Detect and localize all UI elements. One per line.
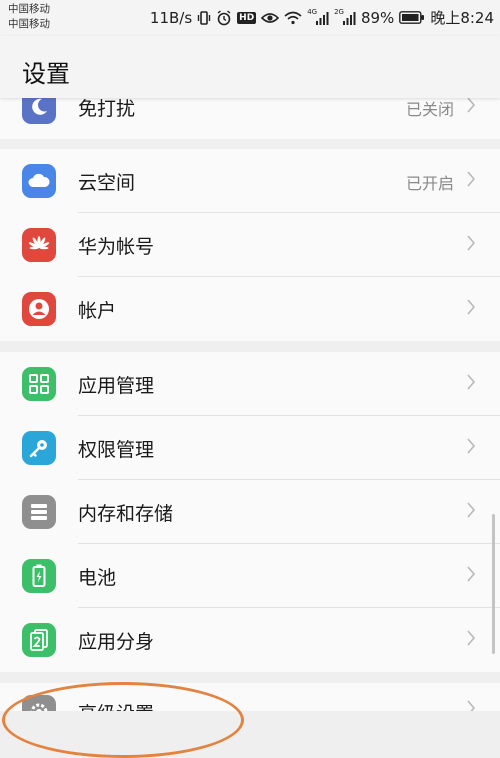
app-twin-icon — [22, 623, 56, 657]
carrier-1: 中国移动 — [8, 3, 50, 15]
network-type-2: 2G — [334, 7, 344, 16]
settings-item-app-twin[interactable]: 应用分身 — [0, 608, 500, 672]
network-speed: 11B/s — [149, 8, 193, 27]
header: 设置 — [0, 36, 500, 98]
group-account: 云空间 已开启 华为帐号 帐户 — [0, 149, 500, 341]
user-icon — [22, 292, 56, 326]
network-type-1: 4G — [307, 7, 318, 16]
storage-icon — [22, 495, 56, 529]
battery-percent: 89% — [360, 8, 395, 27]
settings-item-value: 已开启 — [405, 174, 454, 193]
settings-item-label: 应用管理 — [78, 375, 155, 397]
settings-item-label: 权限管理 — [78, 439, 155, 461]
settings-item-cloud[interactable]: 云空间 已开启 — [0, 149, 500, 213]
signal-1-icon: 4G — [307, 7, 329, 25]
vibrate-icon — [197, 10, 211, 26]
cloud-icon — [22, 164, 56, 198]
chevron-right-icon — [466, 373, 476, 395]
signal-2-icon: 2G — [334, 7, 356, 25]
settings-item-value: 已关闭 — [405, 100, 454, 119]
eye-icon — [261, 11, 280, 25]
battery-icon — [22, 559, 56, 593]
battery-icon — [399, 11, 425, 24]
chevron-right-icon — [466, 298, 476, 320]
settings-item-accounts[interactable]: 帐户 — [0, 277, 500, 341]
chevron-right-icon — [466, 699, 476, 711]
settings-item-permissions[interactable]: 权限管理 — [0, 416, 500, 480]
scrollbar[interactable] — [492, 514, 495, 654]
settings-item-label: 应用分身 — [78, 631, 155, 653]
settings-item-label: 云空间 — [78, 172, 136, 194]
settings-item-label: 免打扰 — [78, 98, 136, 120]
carrier-info: 中国移动 中国移动 — [8, 2, 50, 32]
chevron-right-icon — [466, 565, 476, 587]
chevron-right-icon — [466, 96, 476, 118]
clock: 晚上8:24 — [430, 9, 494, 27]
settings-item-label: 内存和存储 — [78, 503, 174, 525]
settings-item-huawei-account[interactable]: 华为帐号 — [0, 213, 500, 277]
carrier-2: 中国移动 — [8, 18, 50, 30]
settings-item-storage[interactable]: 内存和存储 — [0, 480, 500, 544]
chevron-right-icon — [466, 629, 476, 651]
status-bar: 中国移动 中国移动 11B/s HD 4G 2G 89% 晚上8:24 — [0, 0, 500, 36]
alarm-icon — [216, 9, 232, 26]
chevron-right-icon — [466, 170, 476, 192]
highlight-annotation — [2, 682, 244, 758]
wifi-icon — [284, 11, 302, 25]
settings-item-battery[interactable]: 电池 — [0, 544, 500, 608]
hd-badge: HD — [237, 11, 257, 24]
group-apps: 应用管理 权限管理 内存和存储 电池 应用分身 — [0, 352, 500, 672]
settings-item-label: 电池 — [78, 567, 117, 589]
key-icon — [22, 431, 56, 465]
chevron-right-icon — [466, 501, 476, 523]
chevron-right-icon — [466, 437, 476, 459]
settings-item-label: 华为帐号 — [78, 236, 155, 258]
apps-grid-icon — [22, 367, 56, 401]
chevron-right-icon — [466, 234, 476, 256]
settings-item-label: 帐户 — [78, 300, 117, 322]
page-title: 设置 — [22, 60, 70, 88]
status-icons: 11B/s HD 4G 2G 89% 晚上8:24 — [150, 7, 494, 28]
settings-item-app-management[interactable]: 应用管理 — [0, 352, 500, 416]
huawei-logo-icon — [22, 228, 56, 262]
